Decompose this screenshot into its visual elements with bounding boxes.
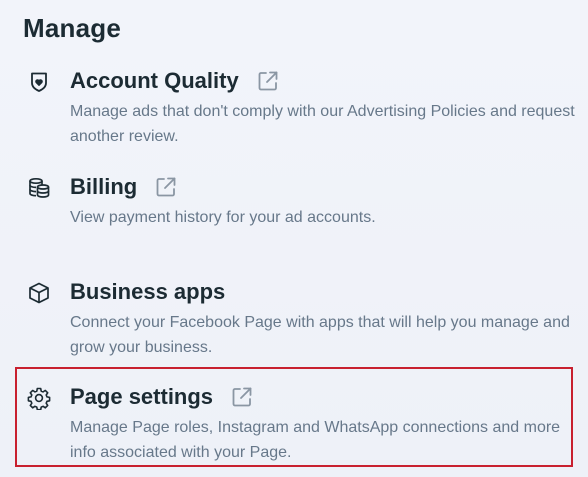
menu-item-billing[interactable]: Billing View payment history for your ad… — [0, 172, 588, 242]
item-description: Manage Page roles, Instagram and WhatsAp… — [70, 419, 561, 461]
external-link-icon[interactable] — [230, 385, 254, 409]
item-title: Billing — [70, 174, 138, 199]
gear-icon — [27, 386, 51, 410]
external-link-icon[interactable] — [154, 175, 178, 199]
item-description: Connect your Facebook Page with apps tha… — [70, 314, 570, 356]
item-description: Manage ads that don't comply with our Ad… — [70, 103, 575, 145]
shield-icon — [27, 70, 51, 94]
item-description: View payment history for your ad account… — [70, 209, 376, 226]
menu-item-account-quality[interactable]: Account Quality Manage ads that don't co… — [0, 66, 588, 156]
item-title: Page settings — [70, 384, 214, 409]
cube-icon — [27, 281, 51, 305]
coins-icon — [27, 176, 51, 200]
item-title: Business apps — [70, 279, 226, 304]
section-title: Manage — [23, 13, 122, 43]
item-title: Account Quality — [70, 68, 239, 93]
menu-item-business-apps[interactable]: Business apps Connect your Facebook Page… — [0, 277, 588, 367]
manage-panel: Manage Account Quality Manage ads that d… — [0, 0, 588, 477]
external-link-icon[interactable] — [256, 69, 280, 93]
menu-item-page-settings[interactable]: Page settings Manage Page roles, Instagr… — [0, 382, 588, 467]
